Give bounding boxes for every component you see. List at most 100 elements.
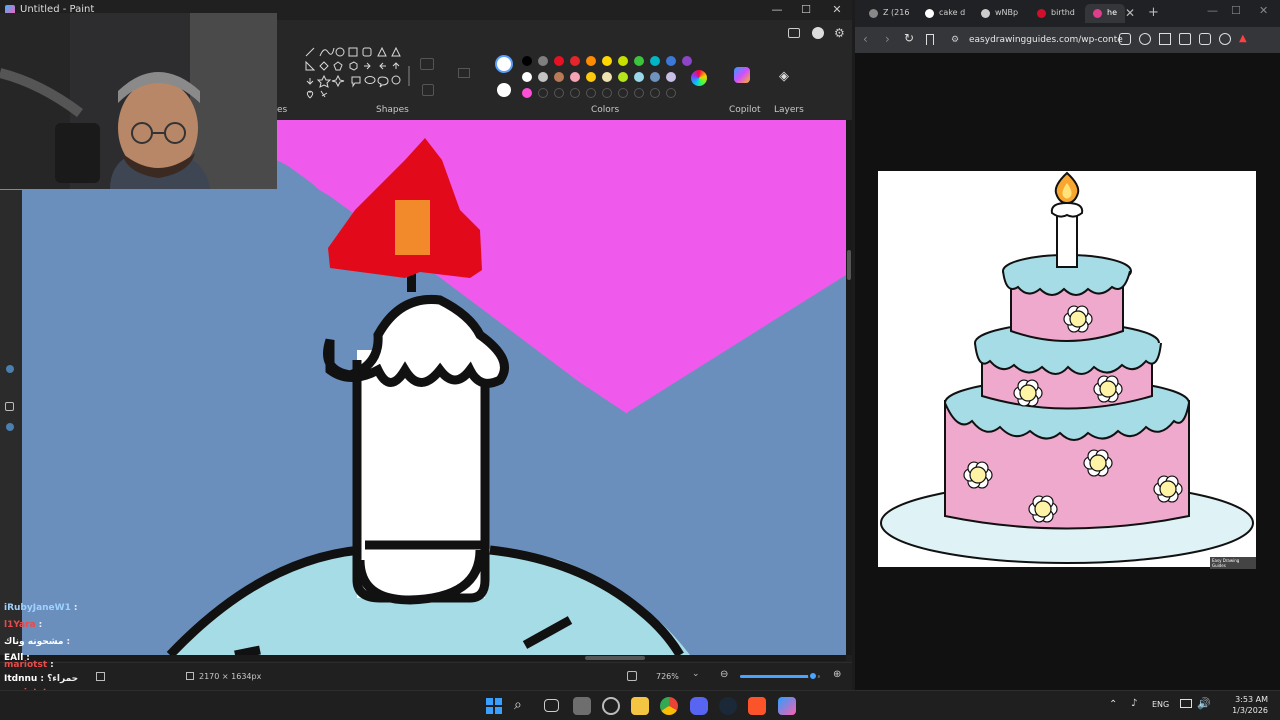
- extension-icons[interactable]: ▲: [1119, 33, 1269, 47]
- color-swatch[interactable]: [666, 56, 676, 66]
- lock-icon[interactable]: [5, 402, 14, 411]
- share-icon[interactable]: [788, 28, 800, 38]
- color-swatch[interactable]: [570, 56, 580, 66]
- browser-close-icon[interactable]: ✕: [1259, 4, 1268, 17]
- close-tab-icon[interactable]: ✕: [1125, 6, 1135, 20]
- color-swatch[interactable]: [666, 72, 676, 82]
- color-swatch[interactable]: [650, 56, 660, 66]
- settings-app-icon[interactable]: [602, 697, 620, 715]
- network-icon[interactable]: [1180, 699, 1192, 708]
- zoom-value[interactable]: 726%: [656, 672, 679, 681]
- browser-tab[interactable]: birthd: [1029, 4, 1083, 23]
- custom-color-slot[interactable]: [618, 88, 628, 98]
- zoom-out-icon[interactable]: ⊖: [720, 669, 728, 680]
- color-swatch[interactable]: [570, 72, 580, 82]
- shapes-gallery[interactable]: [302, 46, 412, 104]
- color-swatch[interactable]: [650, 72, 660, 82]
- browser-minimize-icon[interactable]: —: [1207, 4, 1218, 17]
- tab-label: wNBp: [995, 8, 1019, 17]
- forward-icon[interactable]: ›: [885, 32, 890, 46]
- tab-favicon-icon: [981, 9, 990, 18]
- close-icon[interactable]: ✕: [830, 3, 844, 17]
- maximize-icon[interactable]: ☐: [799, 3, 813, 17]
- color-swatch[interactable]: [538, 56, 548, 66]
- store-icon[interactable]: [573, 697, 591, 715]
- side-dot2-icon[interactable]: [6, 423, 14, 431]
- color-swatch[interactable]: [522, 56, 532, 66]
- color-1-selector[interactable]: [495, 55, 513, 73]
- discord-icon[interactable]: [690, 697, 708, 715]
- chat-username: iRubyJaneW1: [4, 603, 71, 613]
- copilot-icon[interactable]: [734, 67, 750, 83]
- site-info-icon[interactable]: ⚙: [951, 35, 959, 45]
- tray-chevron-icon[interactable]: ⌃: [1109, 699, 1117, 710]
- chrome-icon[interactable]: [660, 697, 678, 715]
- color-swatch[interactable]: [682, 56, 692, 66]
- side-dot-icon[interactable]: [6, 365, 14, 373]
- zoom-dropdown-icon[interactable]: ⌄: [692, 669, 700, 679]
- color-swatch[interactable]: [554, 56, 564, 66]
- fill-icon[interactable]: [458, 68, 470, 78]
- color-swatch[interactable]: [538, 72, 548, 82]
- browser-tab[interactable]: Z (216: [861, 4, 915, 23]
- layers-icon[interactable]: ◈: [779, 69, 789, 84]
- task-view-icon[interactable]: [544, 699, 559, 712]
- settings-icon[interactable]: ⚙: [834, 26, 845, 40]
- zoom-slider[interactable]: [740, 671, 820, 681]
- color-swatch[interactable]: [554, 72, 564, 82]
- color-swatch[interactable]: [602, 56, 612, 66]
- browser-maximize-icon[interactable]: ☐: [1231, 4, 1241, 17]
- clock[interactable]: 3:53 AM 1/3/2026: [1218, 694, 1268, 716]
- tab-label: Z (216: [883, 8, 910, 17]
- browser-tab[interactable]: cake d: [917, 4, 971, 23]
- color-swatch[interactable]: [586, 56, 596, 66]
- brave-icon[interactable]: [748, 697, 766, 715]
- volume-icon[interactable]: 🔊: [1197, 697, 1211, 710]
- back-icon[interactable]: ‹: [863, 32, 868, 46]
- drawing-canvas[interactable]: [0, 120, 846, 655]
- browser-tab[interactable]: wNBp: [973, 4, 1027, 23]
- custom-color-slot[interactable]: [634, 88, 644, 98]
- minimize-icon[interactable]: —: [770, 3, 784, 17]
- custom-color-slot[interactable]: [586, 88, 596, 98]
- language-indicator[interactable]: ENG: [1152, 700, 1169, 709]
- custom-color-slot[interactable]: [554, 88, 564, 98]
- mic-icon[interactable]: ♪: [1131, 698, 1137, 709]
- browser-tab[interactable]: he: [1085, 4, 1125, 23]
- custom-color-slot[interactable]: [602, 88, 612, 98]
- chat-message: Itdnnu: حمراء؟: [4, 674, 78, 684]
- fit-to-window-icon[interactable]: [627, 671, 637, 681]
- color-swatch[interactable]: [602, 72, 612, 82]
- color-swatch[interactable]: [618, 56, 628, 66]
- file-explorer-icon[interactable]: [631, 697, 649, 715]
- vertical-scrollbar[interactable]: [846, 120, 852, 655]
- color-swatch[interactable]: [634, 56, 644, 66]
- edit-colors-icon[interactable]: [691, 70, 707, 86]
- color-swatch[interactable]: [634, 72, 644, 82]
- bookmark-icon[interactable]: [926, 34, 934, 45]
- reload-icon[interactable]: ↻: [904, 31, 914, 45]
- chat-username: mariotst: [4, 660, 48, 670]
- outline-icon[interactable]: [420, 58, 434, 70]
- steam-icon[interactable]: [719, 697, 737, 715]
- color-swatch[interactable]: [618, 72, 628, 82]
- chat-message: مشحونه وناك:: [4, 637, 70, 647]
- custom-color-slot[interactable]: [650, 88, 660, 98]
- zoom-in-icon[interactable]: ⊕: [833, 669, 841, 680]
- color-swatch[interactable]: [522, 88, 532, 98]
- color-palette[interactable]: [522, 56, 692, 100]
- size-icon[interactable]: [422, 84, 434, 96]
- search-icon[interactable]: ⌕: [514, 697, 532, 715]
- color-2-selector[interactable]: [497, 83, 511, 97]
- color-swatch[interactable]: [522, 72, 532, 82]
- start-icon[interactable]: [485, 697, 503, 715]
- horizontal-scrollbar[interactable]: [0, 655, 846, 661]
- color-swatch[interactable]: [586, 72, 596, 82]
- paint-taskbar-icon[interactable]: [778, 697, 796, 715]
- address-bar[interactable]: easydrawingguides.com/wp-conte: [969, 30, 1134, 50]
- custom-color-slot[interactable]: [666, 88, 676, 98]
- new-tab-icon[interactable]: +: [1148, 5, 1159, 20]
- custom-color-slot[interactable]: [570, 88, 580, 98]
- account-icon[interactable]: [812, 27, 824, 39]
- custom-color-slot[interactable]: [538, 88, 548, 98]
